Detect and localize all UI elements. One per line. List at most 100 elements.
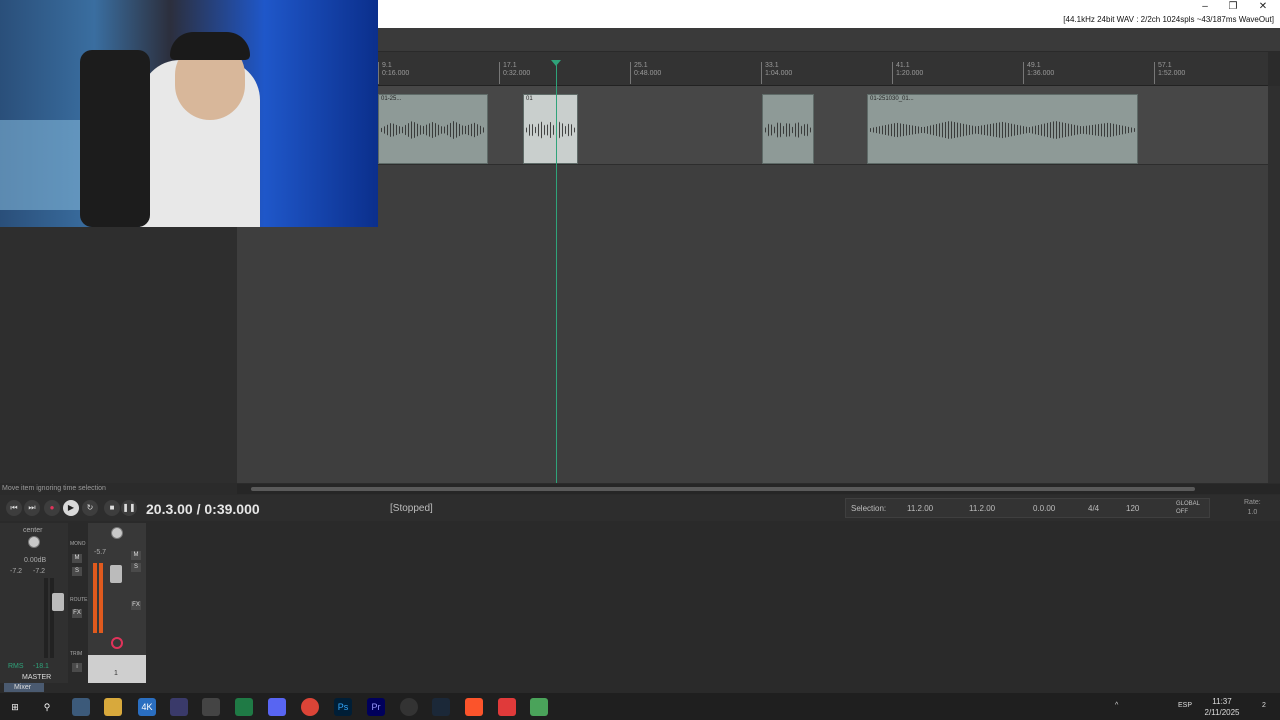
playrate[interactable]: Rate: 1.0 bbox=[1244, 498, 1261, 518]
fx-button[interactable]: FX bbox=[72, 609, 82, 618]
steam-icon[interactable] bbox=[432, 698, 450, 716]
waveform bbox=[381, 121, 485, 139]
webcam-overlay bbox=[0, 0, 378, 227]
peak-left: -7.2 bbox=[10, 568, 23, 575]
peak-right: -7.2 bbox=[33, 568, 46, 575]
obs-icon[interactable] bbox=[400, 698, 418, 716]
clock[interactable]: 11:37 2/11/2025 bbox=[1200, 696, 1244, 718]
tray-chevron-icon[interactable]: ^ bbox=[1115, 702, 1118, 709]
track-fader[interactable] bbox=[110, 565, 122, 583]
selection-label: Selection: bbox=[851, 504, 887, 513]
selection-start[interactable]: 11.2.00 bbox=[907, 504, 933, 513]
selection-end[interactable]: 11.2.00 bbox=[969, 504, 995, 513]
master-strip: center 0.00dB -7.2 -7.2 RMS -18.1 MASTER bbox=[0, 523, 68, 683]
repeat-icon[interactable]: ↻ bbox=[82, 500, 98, 516]
track-meter bbox=[93, 563, 97, 633]
app-icon[interactable] bbox=[170, 698, 188, 716]
track-meter bbox=[99, 563, 103, 633]
mono-button[interactable]: MONO bbox=[70, 541, 86, 547]
trim-button[interactable]: TRIM bbox=[70, 651, 82, 657]
close-button[interactable]: ✕ bbox=[1248, 0, 1278, 14]
item-label: 01-25... bbox=[381, 96, 402, 102]
notifications-count[interactable]: 2 bbox=[1262, 702, 1266, 709]
play-icon[interactable]: ▶ bbox=[63, 500, 79, 516]
go-to-start-icon[interactable]: ⏮ bbox=[6, 500, 22, 516]
pan-knob[interactable] bbox=[28, 536, 40, 548]
scroll-thumb[interactable] bbox=[251, 487, 1195, 491]
reaper-icon[interactable] bbox=[530, 698, 548, 716]
item-label: 01 bbox=[526, 96, 533, 102]
info-button[interactable]: i bbox=[72, 663, 82, 672]
hair-shape bbox=[170, 32, 250, 60]
pan-knob[interactable] bbox=[111, 527, 123, 539]
stop-icon[interactable]: ■ bbox=[104, 500, 120, 516]
tempo[interactable]: 120 bbox=[1126, 504, 1139, 513]
time-display: 20.3.00 / 0:39.000 bbox=[146, 501, 260, 517]
selection-length[interactable]: 0.0.00 bbox=[1033, 504, 1055, 513]
chrome-icon[interactable] bbox=[301, 698, 319, 716]
master-label: MASTER bbox=[22, 674, 52, 681]
clock-date: 2/11/2025 bbox=[1204, 708, 1240, 717]
track-strip: -5.7 M S FX 1 bbox=[88, 523, 146, 683]
rate-value: 1.0 bbox=[1247, 509, 1258, 516]
restore-button[interactable]: ❐ bbox=[1218, 0, 1248, 14]
horizontal-scrollbar[interactable] bbox=[237, 484, 1280, 494]
track-control-panel[interactable] bbox=[0, 227, 237, 483]
discord-icon[interactable] bbox=[268, 698, 286, 716]
clock-time: 11:37 bbox=[1212, 697, 1232, 706]
downloader-4k-icon[interactable]: 4K bbox=[138, 698, 156, 716]
brave-icon[interactable] bbox=[465, 698, 483, 716]
rms-label: RMS bbox=[8, 663, 24, 670]
go-to-end-icon[interactable]: ⏭ bbox=[24, 500, 40, 516]
audio-device-info[interactable]: [44.1kHz 24bit WAV : 2/2ch 1024spls ~43/… bbox=[1063, 15, 1274, 24]
media-item-selected[interactable]: 01 bbox=[523, 94, 578, 164]
media-item[interactable] bbox=[762, 94, 814, 164]
time-signature[interactable]: 4/4 bbox=[1088, 504, 1099, 513]
waveform bbox=[870, 121, 1135, 139]
master-pan-label: center bbox=[23, 527, 43, 534]
chair-shape bbox=[80, 50, 150, 227]
task-view-icon[interactable] bbox=[72, 698, 90, 716]
play-state: [Stopped] bbox=[390, 503, 433, 514]
photoshop-icon[interactable]: Ps bbox=[334, 698, 352, 716]
reaper-window: – ❐ ✕ [44.1kHz 24bit WAV : 2/2ch 1024spl… bbox=[0, 0, 1280, 720]
taskbar: ⊞ ⚲ 4K Ps Pr ^ ESP 11:37 2/11/2025 2 bbox=[0, 693, 1280, 720]
global-state[interactable]: OFF bbox=[1176, 509, 1188, 515]
volume-fader[interactable] bbox=[52, 593, 64, 611]
track-db: -5.7 bbox=[94, 549, 107, 556]
track-mute-button[interactable]: M bbox=[131, 551, 141, 560]
selection-panel: Selection: 11.2.00 11.2.00 0.0.00 4/4 12… bbox=[845, 498, 1210, 518]
mixer-tab[interactable]: Mixer bbox=[4, 683, 44, 692]
file-explorer-icon[interactable] bbox=[104, 698, 122, 716]
rate-label: Rate: bbox=[1244, 499, 1261, 506]
track-solo-button[interactable]: S bbox=[131, 563, 141, 572]
language-indicator[interactable]: ESP bbox=[1178, 702, 1192, 709]
keyboard-icon[interactable] bbox=[202, 698, 220, 716]
mute-button[interactable]: M bbox=[72, 554, 82, 563]
track-name-box[interactable]: 1 bbox=[88, 655, 146, 683]
timeline-ruler[interactable]: 9.1 0:16.000 17.1 0:32.000 25.1 0:48.000 33… bbox=[378, 52, 1268, 86]
ruler-mark: 33.1 1:04.000 bbox=[761, 62, 792, 84]
track-fx-button[interactable]: FX bbox=[131, 601, 141, 610]
premiere-icon[interactable]: Pr bbox=[367, 698, 385, 716]
ruler-mark: 57.1 1:52.000 bbox=[1154, 62, 1185, 84]
excel-icon[interactable] bbox=[235, 698, 253, 716]
solo-button[interactable]: S bbox=[72, 567, 82, 576]
minimize-button[interactable]: – bbox=[1190, 0, 1220, 14]
pause-icon[interactable]: ❚❚ bbox=[121, 500, 137, 516]
search-icon[interactable]: ⚲ bbox=[38, 698, 56, 716]
mixer-panel: center 0.00dB -7.2 -7.2 RMS -18.1 MASTER… bbox=[0, 521, 1280, 693]
meter-left bbox=[44, 578, 48, 658]
status-hint: Move item ignoring time selection bbox=[2, 485, 106, 492]
ruler-mark: 9.1 0:16.000 bbox=[378, 62, 409, 84]
global-label[interactable]: GLOBAL bbox=[1176, 501, 1200, 507]
record-arm-icon[interactable] bbox=[111, 637, 123, 649]
route-button[interactable]: ROUTE bbox=[70, 597, 88, 603]
media-item[interactable]: 01-25... bbox=[378, 94, 488, 164]
vertical-scrollbar[interactable] bbox=[1268, 86, 1280, 483]
windows-start-icon[interactable]: ⊞ bbox=[6, 698, 24, 716]
media-item[interactable]: 01-251030_01... bbox=[867, 94, 1138, 164]
track-number: 1 bbox=[114, 670, 118, 677]
app-red-icon[interactable] bbox=[498, 698, 516, 716]
record-icon[interactable]: ● bbox=[44, 500, 60, 516]
